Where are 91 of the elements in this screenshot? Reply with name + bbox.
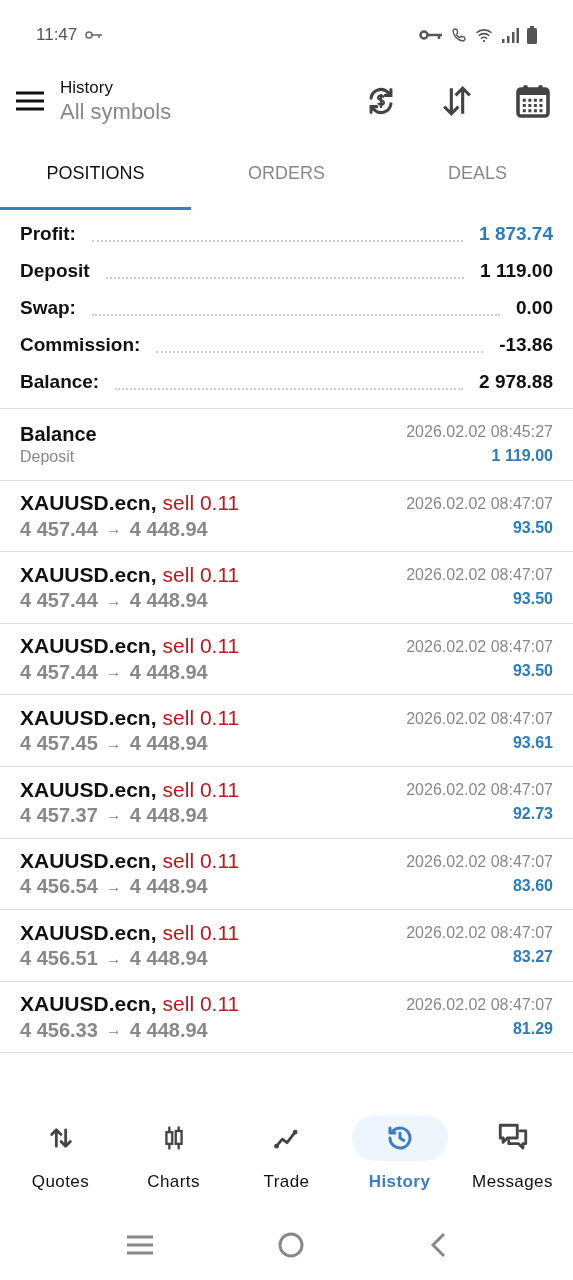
deal-time: 2026.02.02 08:47:07 <box>406 780 553 801</box>
trade-side: sell 0.11 <box>162 561 240 588</box>
arrow-glyph: → <box>105 590 122 611</box>
close-price: 4 448.94 <box>129 946 208 972</box>
open-price: 4 457.44 <box>20 588 98 614</box>
summary-value: 0.00 <box>516 295 553 320</box>
trade-side: sell 0.11 <box>162 919 240 946</box>
nav-tab[interactable]: Trade <box>230 1115 343 1195</box>
tab[interactable]: POSITIONS <box>0 140 191 210</box>
deal-time: 2026.02.02 08:47:07 <box>406 995 553 1016</box>
recent-apps-icon[interactable] <box>125 1234 154 1256</box>
status-time: 11:47 <box>36 24 78 47</box>
trade-side: sell 0.11 <box>162 633 240 660</box>
open-price: 4 457.44 <box>20 516 98 542</box>
symbol-name: XAUUSD.ecn, <box>20 991 157 1018</box>
symbol-name: XAUUSD.ecn, <box>20 848 157 875</box>
open-price: 4 456.51 <box>20 946 98 972</box>
signal-icon <box>501 27 519 43</box>
deal-time: 2026.02.02 08:47:07 <box>406 637 553 658</box>
wifi-icon <box>475 27 493 43</box>
arrow-glyph: → <box>105 733 122 754</box>
arrow-glyph: → <box>105 948 122 969</box>
calendar-icon <box>515 83 551 119</box>
close-price: 4 448.94 <box>129 802 208 828</box>
close-price: 4 448.94 <box>129 516 208 542</box>
tab[interactable]: ORDERS <box>191 140 382 210</box>
close-price: 4 448.94 <box>129 1017 208 1043</box>
close-price: 4 448.94 <box>129 659 208 685</box>
deal-time: 2026.02.02 08:47:07 <box>406 493 553 514</box>
summary-value: 1 119.00 <box>480 258 553 283</box>
arrow-glyph: → <box>105 805 122 826</box>
profit-amount: 83.60 <box>512 875 553 896</box>
open-price: 4 456.54 <box>20 874 98 900</box>
header-title: History <box>60 76 114 98</box>
key-icon <box>419 29 443 41</box>
profit-amount: 92.73 <box>512 804 553 825</box>
summary-label: Commission: <box>20 332 141 357</box>
symbol-name: XAUUSD.ecn, <box>20 633 157 660</box>
deal-type: Balance <box>20 421 97 447</box>
trade-side: sell 0.11 <box>162 991 240 1018</box>
summary-value: -13.86 <box>499 332 553 357</box>
trade-side: sell 0.11 <box>162 776 240 803</box>
deal-time: 2026.02.02 08:47:07 <box>406 923 553 944</box>
symbol-name: XAUUSD.ecn, <box>20 705 157 732</box>
symbol-name: XAUUSD.ecn, <box>20 490 157 517</box>
close-price: 4 448.94 <box>129 731 208 757</box>
deal-time: 2026.02.02 08:47:07 <box>406 708 553 729</box>
trade-side: sell 0.11 <box>162 848 240 875</box>
symbol-name: XAUUSD.ecn, <box>20 561 157 588</box>
profit-amount: 83.27 <box>512 947 553 968</box>
home-icon[interactable] <box>276 1231 305 1259</box>
summary-value: 2 978.88 <box>479 369 553 394</box>
profit-amount: 93.50 <box>512 589 553 610</box>
symbol-name: XAUUSD.ecn, <box>20 919 157 946</box>
nav-tab[interactable]: Charts <box>117 1115 230 1195</box>
profit-amount: 81.29 <box>512 1019 553 1040</box>
open-price: 4 457.45 <box>20 731 98 757</box>
arrow-glyph: → <box>105 877 122 897</box>
summary-label: Swap: <box>20 295 76 320</box>
battery-icon <box>527 26 537 44</box>
nav-tab[interactable]: Messages <box>456 1115 569 1195</box>
symbol-name: XAUUSD.ecn, <box>20 776 157 803</box>
profit-amount: 93.50 <box>512 661 553 682</box>
open-price: 4 456.33 <box>20 1017 98 1043</box>
summary-value: 1 873.74 <box>479 221 553 246</box>
header-subtitle: All symbols <box>60 97 172 126</box>
summary-label: Deposit <box>20 258 90 283</box>
nav-tab[interactable]: Quotes <box>4 1115 117 1195</box>
deal-time: 2026.02.02 08:47:07 <box>406 565 553 586</box>
phone-icon <box>451 27 467 43</box>
menu-icon <box>16 91 44 111</box>
summary-label: Profit: <box>20 221 76 246</box>
trade-side: sell 0.11 <box>162 705 240 732</box>
arrow-glyph: → <box>105 662 122 683</box>
profit-amount: 1 119.00 <box>491 446 553 467</box>
open-price: 4 457.44 <box>20 659 98 685</box>
profit-amount: 93.61 <box>512 732 553 753</box>
trade-side: sell 0.11 <box>162 490 240 517</box>
arrow-glyph: → <box>105 1020 122 1041</box>
tab[interactable]: DEALS <box>382 140 573 210</box>
close-price: 4 448.94 <box>129 588 208 614</box>
key-icon <box>85 30 104 40</box>
deal-time: 2026.02.02 08:45:27 <box>406 422 553 443</box>
deal-comment: Deposit <box>20 446 76 467</box>
arrow-glyph: → <box>105 519 122 539</box>
menu-button[interactable] <box>16 89 46 113</box>
summary-label: Balance: <box>20 369 100 394</box>
profit-amount: 93.50 <box>512 517 553 538</box>
open-price: 4 457.37 <box>20 802 98 828</box>
close-price: 4 448.94 <box>129 874 208 900</box>
deal-time: 2026.02.02 08:47:07 <box>406 851 553 872</box>
